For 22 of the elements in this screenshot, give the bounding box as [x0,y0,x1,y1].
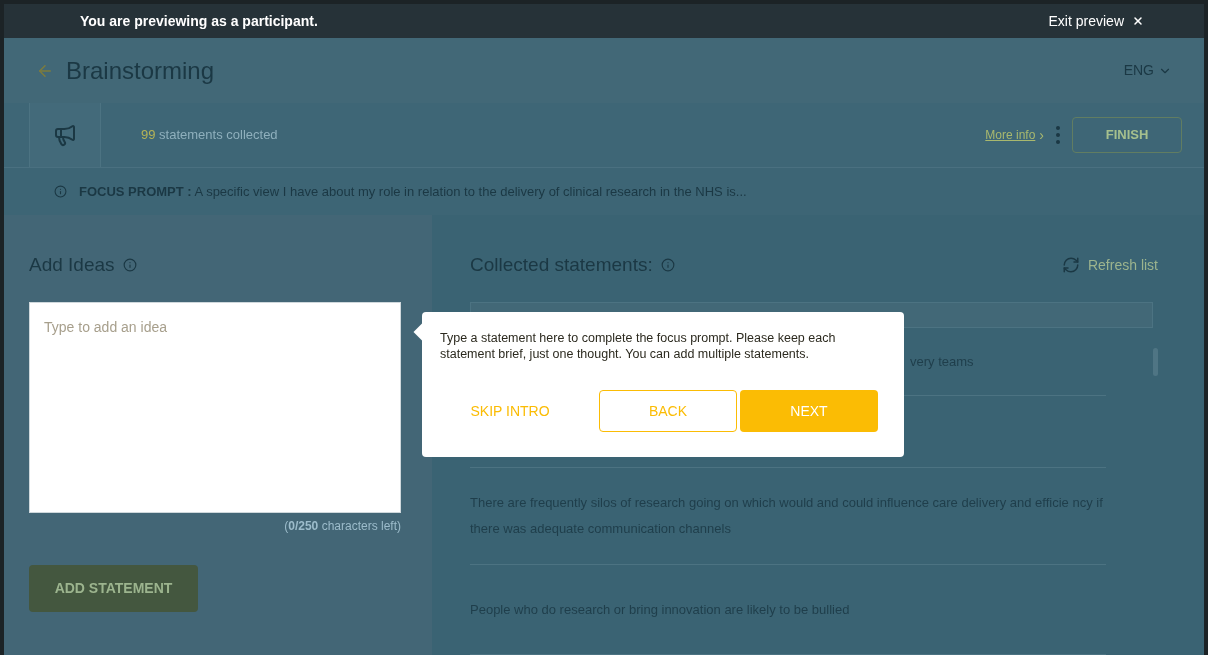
tooltip-text: Type a statement here to complete the focus prompt. Please keep each statement brief, just one thought. You can add multiple statements. [440,330,837,362]
megaphone-icon [53,123,77,147]
more-options-icon[interactable] [1056,126,1060,144]
idea-input-field[interactable]: Type to add an idea [29,301,401,513]
info-icon [54,185,67,198]
chevron-right: › [1039,125,1044,145]
character-counter: (0/250 characters left) [283,517,401,535]
preview-message: You are previewing as a participant. [80,11,318,31]
info-icon [660,258,675,273]
exit-preview-button[interactable]: Exit preview [1048,10,1144,32]
skip-intro-button[interactable]: SKIP INTRO [440,390,580,432]
megaphone-tab[interactable] [29,103,101,167]
refresh-list-button[interactable]: Refresh list [1061,254,1158,276]
info-icon [122,258,137,273]
next-button[interactable]: NEXT [740,390,878,432]
back-button[interactable]: BACK [599,390,737,432]
statements-count: 99 statements collected [141,126,278,145]
refresh-icon [1061,256,1080,275]
finish-button[interactable]: FINISH [1072,117,1182,153]
add-statement-button[interactable]: ADD STATEMENT [29,564,198,612]
more-info-link[interactable]: More info [985,126,1036,144]
close-icon [1132,15,1144,27]
